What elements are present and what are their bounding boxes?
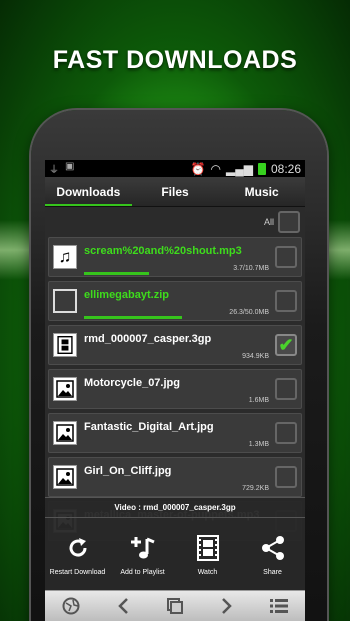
add-to-playlist-button[interactable]: Add to Playlist	[110, 518, 175, 591]
back-arrow-icon[interactable]	[111, 594, 135, 618]
share-label: Share	[263, 569, 282, 576]
globe-icon[interactable]	[59, 594, 83, 618]
file-size: 729.2KB	[242, 485, 269, 492]
select-all-label: All	[263, 217, 274, 227]
download-progress-bar	[84, 316, 269, 319]
list-item[interactable]: rmd_000007_casper.3gp 934.9KB ✔	[48, 325, 302, 365]
file-name: Girl_On_Cliff.jpg	[84, 465, 172, 477]
forward-arrow-icon[interactable]	[215, 594, 239, 618]
download-progress-fill	[84, 272, 149, 275]
menu-icon[interactable]	[267, 594, 291, 618]
restart-download-label: Restart Download	[49, 569, 106, 576]
tab-bar: Downloads Files Music	[45, 177, 305, 207]
usb-icon: ⏚	[49, 165, 59, 176]
watch-label: Watch	[197, 569, 218, 576]
tabs-icon[interactable]	[163, 594, 187, 618]
select-all-row: All	[45, 207, 305, 237]
item-meta: Motorcycle_07.jpg 1.6MB	[77, 370, 275, 408]
tab-music[interactable]: Music	[218, 177, 305, 206]
restart-download-button[interactable]: Restart Download	[45, 518, 110, 591]
file-name: rmd_000007_casper.3gp	[84, 333, 212, 345]
gallery-icon: ▣	[65, 161, 75, 172]
restart-icon	[65, 533, 91, 563]
item-meta: rmd_000007_casper.3gp 934.9KB	[77, 326, 275, 364]
file-name: Motorcycle_07.jpg	[84, 377, 180, 389]
share-button[interactable]: Share	[240, 518, 305, 591]
select-all-checkbox[interactable]	[278, 211, 300, 233]
file-size: 3.7/10.7MB	[233, 265, 269, 272]
file-size: 934.9KB	[242, 353, 269, 360]
image-icon	[53, 421, 77, 445]
item-checkbox[interactable]	[275, 378, 297, 400]
download-progress-fill	[84, 316, 183, 319]
item-meta: ellimegabayt.zip 26.3/50.0MB	[77, 282, 275, 320]
alarm-icon: ⏰	[190, 161, 206, 176]
file-name: ellimegabayt.zip	[84, 289, 169, 301]
share-icon	[261, 533, 285, 563]
add-to-playlist-label: Add to Playlist	[120, 569, 165, 576]
battery-icon	[257, 162, 266, 175]
promo-headline: FAST DOWNLOADS	[52, 46, 298, 74]
selected-file-label: Video : rmd_000007_casper.3gp	[45, 498, 305, 518]
browser-nav-bar	[45, 590, 305, 621]
wifi-icon: ◠	[210, 161, 221, 176]
item-meta: Girl_On_Cliff.jpg 729.2KB	[77, 458, 275, 496]
film-icon	[53, 333, 77, 357]
phone-screen: ⏚ ▣ ⏰ ◠ ▂▄▆ 08:26 Downloads Files Music …	[45, 160, 305, 621]
file-name: Fantastic_Digital_Art.jpg	[84, 421, 214, 433]
music-icon: ♫	[53, 245, 77, 269]
file-size: 1.6MB	[248, 397, 269, 404]
download-list: ♫ scream%20and%20shout.mp3 3.7/10.7MB ellim…	[45, 237, 305, 541]
status-bar: ⏚ ▣ ⏰ ◠ ▂▄▆ 08:26	[45, 160, 305, 177]
film-icon	[196, 533, 219, 563]
signal-icon: ▂▄▆	[226, 161, 253, 176]
download-progress-bar	[84, 272, 269, 275]
item-checkbox[interactable]	[275, 422, 297, 444]
item-meta: scream%20and%20shout.mp3 3.7/10.7MB	[77, 238, 275, 276]
item-checkbox[interactable]: ✔	[275, 334, 297, 356]
checkmark-icon: ✔	[278, 334, 294, 355]
action-panel: Video : rmd_000007_casper.3gp Restart Do…	[45, 497, 305, 590]
file-size: 1.3MB	[248, 441, 269, 448]
tab-downloads[interactable]: Downloads	[45, 177, 132, 206]
item-checkbox[interactable]	[275, 246, 297, 268]
file-size: 26.3/50.0MB	[229, 309, 269, 316]
item-checkbox[interactable]	[275, 466, 297, 488]
watch-button[interactable]: Watch	[175, 518, 240, 591]
tab-files[interactable]: Files	[132, 177, 219, 206]
file-name: scream%20and%20shout.mp3	[84, 245, 242, 257]
list-item[interactable]: ♫ scream%20and%20shout.mp3 3.7/10.7MB	[48, 237, 302, 277]
image-icon	[53, 465, 77, 489]
list-item[interactable]: ellimegabayt.zip 26.3/50.0MB	[48, 281, 302, 321]
image-icon	[53, 377, 77, 401]
clock: 08:26	[270, 161, 301, 176]
blank-file-icon	[53, 289, 77, 313]
list-item[interactable]: Fantastic_Digital_Art.jpg 1.3MB	[48, 413, 302, 453]
item-meta: Fantastic_Digital_Art.jpg 1.3MB	[77, 414, 275, 452]
item-checkbox[interactable]	[275, 290, 297, 312]
list-item[interactable]: Motorcycle_07.jpg 1.6MB	[48, 369, 302, 409]
list-item[interactable]: Girl_On_Cliff.jpg 729.2KB	[48, 457, 302, 497]
add-to-playlist-icon	[129, 533, 157, 563]
